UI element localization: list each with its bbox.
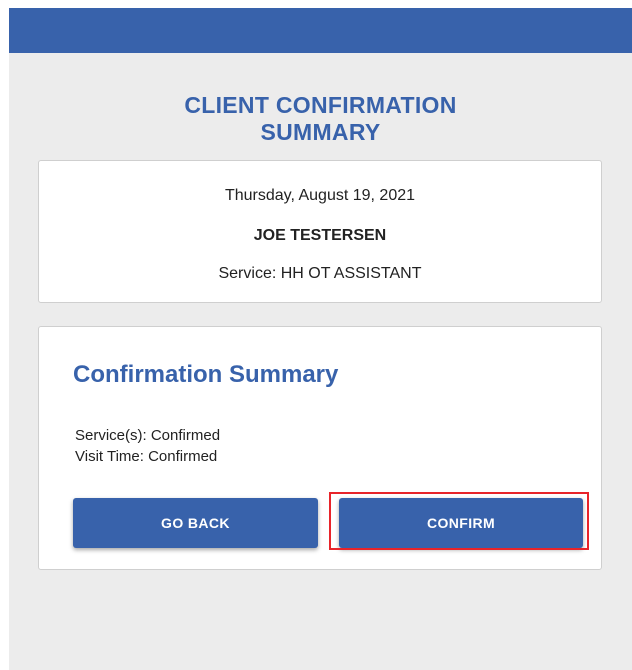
go-back-button[interactable]: GO BACK	[73, 498, 318, 548]
app-screen: CLIENT CONFIRMATION SUMMARY Thursday, Au…	[9, 8, 632, 670]
visit-details-card: Thursday, August 19, 2021 JOE TESTERSEN …	[38, 160, 602, 303]
summary-title: Confirmation Summary	[73, 361, 339, 388]
confirm-button[interactable]: CONFIRM	[339, 498, 583, 548]
page-title: CLIENT CONFIRMATION SUMMARY	[184, 92, 457, 145]
client-name: JOE TESTERSEN	[253, 227, 387, 244]
service-name: Service: HH OT ASSISTANT	[218, 265, 422, 282]
confirmation-summary-card: Confirmation Summary Service(s): Confirm…	[38, 326, 602, 570]
status-list: Service(s): Confirmed Visit Time: Confir…	[75, 425, 220, 467]
visit-time-status: Visit Time: Confirmed	[75, 448, 218, 465]
top-app-bar	[9, 8, 632, 53]
visit-date: Thursday, August 19, 2021	[224, 187, 416, 204]
services-status: Service(s): Confirmed	[75, 427, 221, 444]
